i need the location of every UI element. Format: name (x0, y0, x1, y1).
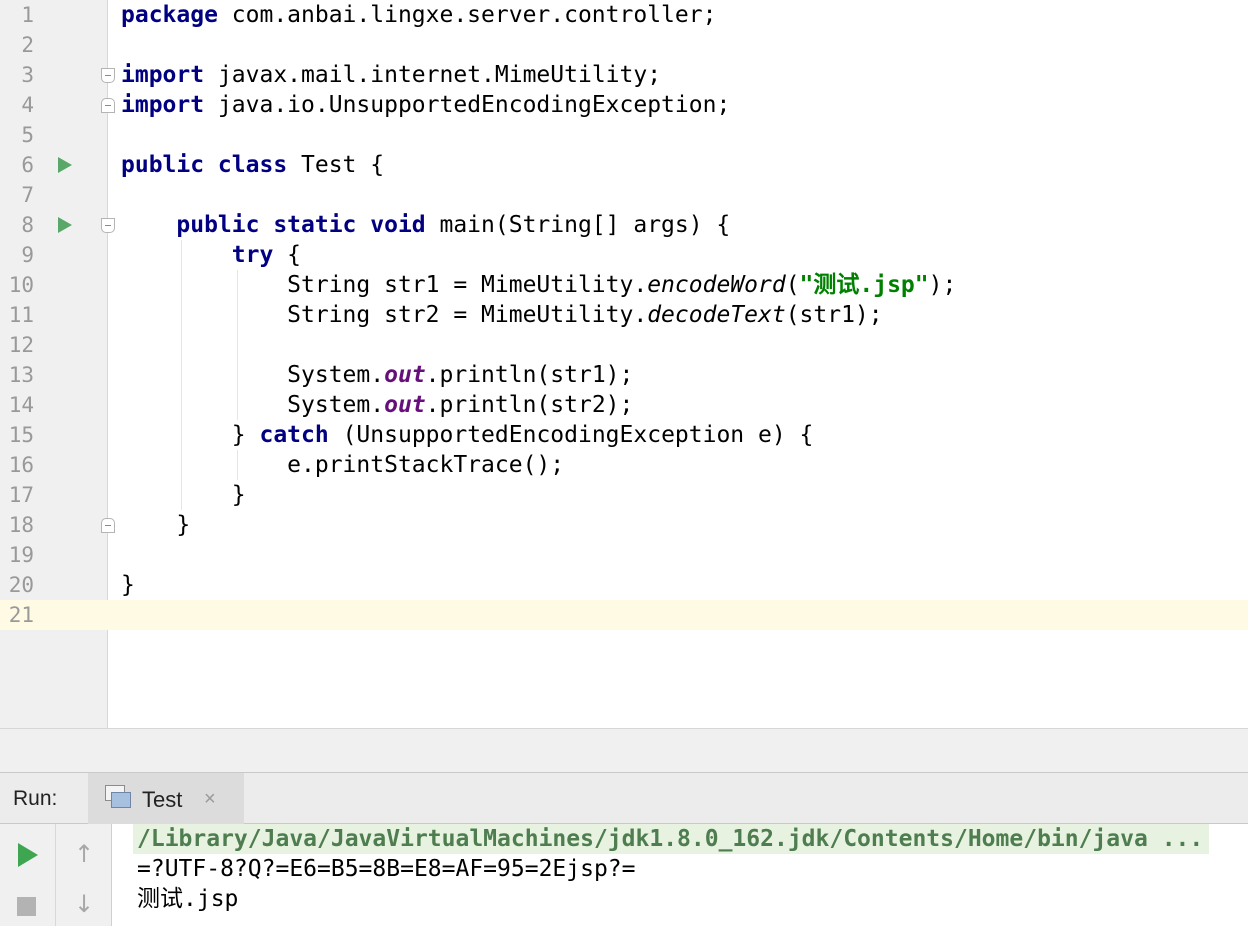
line-code: String str2 = MimeUtility.decodeText(str… (121, 302, 883, 328)
line-number: 18 (8, 513, 34, 537)
code-line[interactable]: 14 System.out.println(str2); (0, 390, 1248, 420)
code-line[interactable]: 10 String str1 = MimeUtility.encodeWord(… (0, 270, 1248, 300)
line-number: 19 (8, 543, 34, 567)
line-code: } (121, 482, 246, 508)
close-icon[interactable]: × (204, 789, 216, 809)
line-number: 13 (8, 363, 34, 387)
code-line[interactable]: 5 (0, 120, 1248, 150)
code-line[interactable]: 8 public static void main(String[] args)… (0, 210, 1248, 240)
line-number: 10 (8, 273, 34, 297)
code-line[interactable]: 12 (0, 330, 1248, 360)
run-panel-header: Run: Test × (0, 772, 1248, 824)
line-code: package com.anbai.lingxe.server.controll… (121, 2, 717, 28)
line-code: e.printStackTrace(); (121, 452, 565, 478)
fold-icon[interactable] (101, 98, 115, 113)
code-line[interactable]: 21 (0, 600, 1248, 630)
line-code: } (121, 572, 135, 598)
line-code: import javax.mail.internet.MimeUtility; (121, 62, 662, 88)
line-code: System.out.println(str2); (121, 392, 634, 418)
console-output-line: =?UTF-8?Q?=E6=B5=8B=E8=AF=95=2Ejsp?= (137, 856, 636, 882)
editor-bottom-area (0, 728, 1248, 772)
console-icon (105, 785, 131, 809)
run-gutter-icon[interactable] (58, 217, 72, 233)
line-number: 5 (21, 123, 34, 147)
rerun-button[interactable] (14, 842, 40, 868)
code-line[interactable]: 11 String str2 = MimeUtility.decodeText(… (0, 300, 1248, 330)
line-code: System.out.println(str1); (121, 362, 634, 388)
code-line[interactable]: 16 e.printStackTrace(); (0, 450, 1248, 480)
line-code: try { (231, 242, 302, 268)
console-output-line: 测试.jsp (137, 886, 239, 912)
code-line[interactable]: 20} (0, 570, 1248, 600)
fold-icon[interactable] (101, 68, 115, 83)
code-line[interactable]: 19 (0, 540, 1248, 570)
arrow-up-icon[interactable]: ↑ (70, 840, 98, 868)
code-editor[interactable]: 1 package com.anbai.lingxe.server.control… (0, 0, 1248, 728)
line-number: 16 (8, 453, 34, 477)
run-tab-label: Test (142, 787, 183, 812)
code-line[interactable]: 15 } catch (UnsupportedEncodingException… (0, 420, 1248, 450)
line-number: 7 (21, 183, 34, 207)
code-line[interactable]: 6 public class Test { (0, 150, 1248, 180)
run-tab-test[interactable]: Test × (88, 773, 244, 824)
line-code: } (121, 512, 191, 538)
run-gutter-icon[interactable] (58, 157, 72, 173)
fold-icon[interactable] (101, 218, 115, 233)
stop-button[interactable] (14, 894, 40, 920)
console-output[interactable]: /Library/Java/JavaVirtualMachines/jdk1.8… (113, 824, 1248, 926)
line-number: 17 (8, 483, 34, 507)
line-number: 20 (8, 573, 34, 597)
line-code: public static void main(String[] args) { (176, 212, 731, 238)
code-line[interactable]: 17 } (0, 480, 1248, 510)
arrow-down-icon[interactable]: ↓ (70, 890, 98, 918)
line-number: 1 (21, 3, 34, 27)
run-panel-label: Run: (13, 787, 58, 810)
line-number: 2 (21, 33, 34, 57)
code-line[interactable]: 3 import javax.mail.internet.MimeUtility; (0, 60, 1248, 90)
line-number: 11 (8, 303, 34, 327)
line-number: 12 (8, 333, 34, 357)
line-number: 3 (21, 63, 34, 87)
code-line[interactable]: 7 (0, 180, 1248, 210)
line-number: 21 (0, 600, 40, 630)
console-command-line: /Library/Java/JavaVirtualMachines/jdk1.8… (133, 824, 1210, 854)
line-number: 4 (21, 93, 34, 117)
code-line[interactable]: 13 System.out.println(str1); (0, 360, 1248, 390)
line-number: 8 (21, 213, 34, 237)
line-number: 9 (21, 243, 34, 267)
run-toolbar: ↑ ↓ (0, 824, 112, 926)
line-number: 6 (21, 153, 34, 177)
code-line[interactable]: 2 (0, 30, 1248, 60)
toolbar-divider (55, 824, 56, 926)
line-number: 15 (8, 423, 34, 447)
line-code: String str1 = MimeUtility.encodeWord("测试… (121, 272, 957, 298)
code-line[interactable]: 4 import java.io.UnsupportedEncodingExcep… (0, 90, 1248, 120)
line-code: } catch (UnsupportedEncodingException e)… (121, 422, 814, 448)
fold-icon[interactable] (101, 518, 115, 533)
code-line[interactable]: 9 try { (0, 240, 1248, 270)
line-number: 14 (8, 393, 34, 417)
line-code: public class Test { (121, 152, 385, 178)
line-code: import java.io.UnsupportedEncodingExcept… (121, 92, 731, 118)
code-line[interactable]: 18 } (0, 510, 1248, 540)
code-line[interactable]: 1 package com.anbai.lingxe.server.control… (0, 0, 1248, 30)
